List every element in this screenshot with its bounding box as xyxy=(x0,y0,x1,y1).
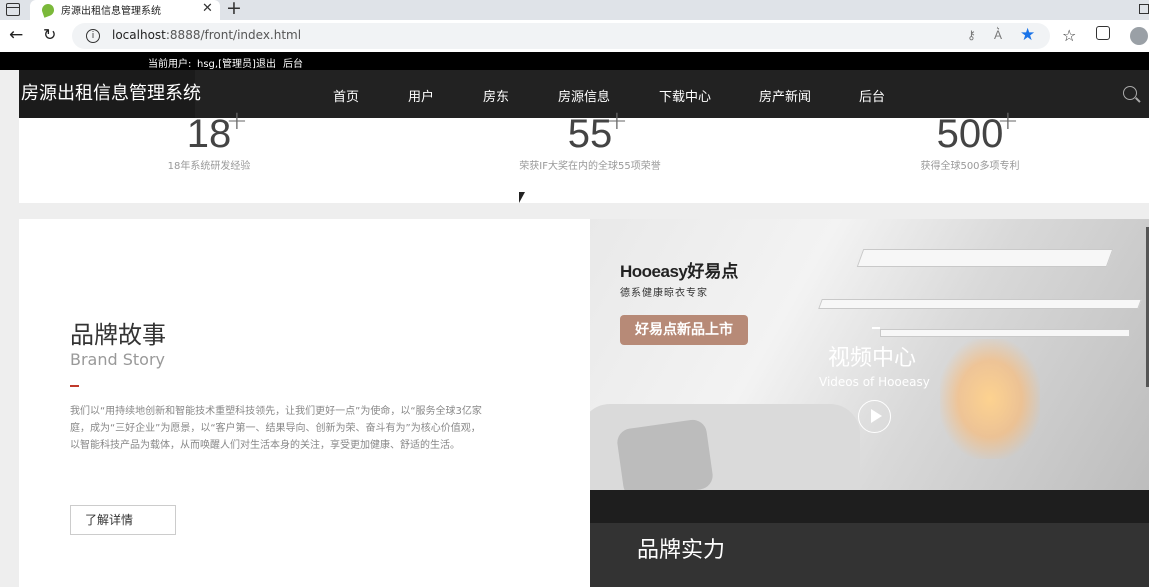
strength-title: 品牌实力 xyxy=(637,538,726,563)
video-divider xyxy=(872,327,880,329)
back-icon[interactable]: ← xyxy=(9,25,23,45)
logo-chinese: 好易点 xyxy=(687,262,739,282)
window-maximize-icon[interactable] xyxy=(1139,4,1149,14)
plus-icon: + xyxy=(606,106,628,136)
story-subtitle: Brand Story xyxy=(70,350,166,369)
logo-english: Hooeasy xyxy=(620,262,688,281)
story-text: 我们以“用持续地创新和智能技术重塑科技领先，让我们更好一点”为使命，以“服务全球… xyxy=(70,406,482,451)
favorite-star-icon[interactable]: ★ xyxy=(1020,25,1035,45)
nav-item-users[interactable]: 用户 xyxy=(408,86,434,105)
pillow-illustration xyxy=(615,418,715,490)
stat-experience: 18 + 18年系统研发经验 xyxy=(164,106,254,172)
logo-tagline: 德系健康晾衣专家 xyxy=(620,288,708,299)
stat-label: 获得全球500多项专利 xyxy=(920,161,1020,172)
browser-tab[interactable]: 房源出租信息管理系统 ✕ xyxy=(30,0,220,20)
leaf-favicon-icon xyxy=(40,2,56,18)
nav-item-news[interactable]: 房产新闻 xyxy=(759,86,811,105)
stat-awards: 55 + 荣获IF大奖在内的全球55项荣誉 xyxy=(515,106,665,172)
read-aloud-icon[interactable]: A͛ xyxy=(994,28,1002,42)
video-subtitle: Videos of Hooeasy xyxy=(819,375,930,389)
site-info-icon[interactable]: i xyxy=(86,29,100,43)
drying-rack-illustration xyxy=(818,239,1149,349)
new-tab-button[interactable]: + xyxy=(226,0,242,19)
plus-icon: + xyxy=(226,106,248,136)
stat-number: 55 xyxy=(567,112,613,156)
play-icon[interactable] xyxy=(858,400,891,433)
close-tab-icon[interactable]: ✕ xyxy=(202,1,213,16)
nav-item-listings[interactable]: 房源信息 xyxy=(558,86,610,105)
hooeasy-logo: Hooeasy好易点 德系健康晾衣专家 xyxy=(620,257,738,299)
search-icon[interactable] xyxy=(1123,86,1137,100)
favorites-icon[interactable]: ☆ xyxy=(1062,26,1076,45)
promo-badge: 好易点新品上市 xyxy=(620,315,748,345)
brand-story-section: 品牌故事 Brand Story 我们以“用持续地创新和智能技术重塑科技领先，让… xyxy=(19,219,590,587)
tab-actions-icon[interactable] xyxy=(6,3,20,16)
story-divider xyxy=(70,385,79,387)
main-navbar: 房源出租信息管理系统 首页 用户 房东 房源信息 下载中心 房产新闻 后台 xyxy=(19,70,1149,118)
url-text[interactable]: localhost:8888/front/index.html xyxy=(112,28,301,42)
nav-item-landlords[interactable]: 房东 xyxy=(483,86,509,105)
site-brand[interactable]: 房源出租信息管理系统 xyxy=(19,70,201,118)
nav-item-downloads[interactable]: 下载中心 xyxy=(659,86,711,105)
tab-title: 房源出租信息管理系统 xyxy=(61,6,161,17)
reload-icon[interactable]: ↻ xyxy=(43,25,56,44)
mouse-cursor-icon xyxy=(519,192,525,203)
url-path: :8888/front/index.html xyxy=(165,28,302,42)
nav-item-backend[interactable]: 后台 xyxy=(859,86,885,105)
url-host: localhost xyxy=(112,28,166,42)
current-user-label: 当前用户: xyxy=(148,59,192,70)
browser-tab-bar: 房源出租信息管理系统 ✕ + xyxy=(0,0,1149,20)
video-center-banner[interactable]: Hooeasy好易点 德系健康晾衣专家 好易点新品上市 视频中心 Videos … xyxy=(590,219,1149,490)
learn-more-button[interactable]: 了解详情 xyxy=(70,505,176,535)
browser-address-bar: ← ↻ i localhost:8888/front/index.html ⚷ … xyxy=(0,20,1149,52)
url-input[interactable]: i localhost:8888/front/index.html ⚷ A͛ ★ xyxy=(72,23,1050,49)
nav-item-home[interactable]: 首页 xyxy=(333,86,359,105)
video-title: 视频中心 xyxy=(828,346,917,371)
stat-patents: 500 + 获得全球500多项专利 xyxy=(915,106,1025,172)
web-page: 当前用户: hsg,[管理员] 退出 后台 房源出租信息管理系统 首页 用户 房… xyxy=(0,52,1149,587)
story-title: 品牌故事 xyxy=(70,321,166,349)
user-bar: 当前用户: hsg,[管理员] 退出 后台 xyxy=(0,52,1149,70)
plus-icon: + xyxy=(997,106,1019,136)
stat-label: 18年系统研发经验 xyxy=(167,161,251,172)
heater-glow xyxy=(940,339,1040,459)
brand-strength-section: 品牌实力 xyxy=(590,490,1149,587)
stats-section: 18 + 18年系统研发经验 55 + 荣获IF大奖在内的全球55项荣誉 500… xyxy=(19,106,1149,203)
stat-label: 荣获IF大奖在内的全球55项荣誉 xyxy=(519,161,661,172)
collections-icon[interactable] xyxy=(1096,26,1110,40)
strength-band xyxy=(590,490,1149,523)
backend-link[interactable]: 后台 xyxy=(283,55,303,70)
key-icon[interactable]: ⚷ xyxy=(967,28,976,42)
profile-avatar-icon[interactable] xyxy=(1130,27,1148,45)
current-user-name: hsg,[管理员] xyxy=(197,59,256,70)
logout-link[interactable]: 退出 xyxy=(256,55,276,70)
